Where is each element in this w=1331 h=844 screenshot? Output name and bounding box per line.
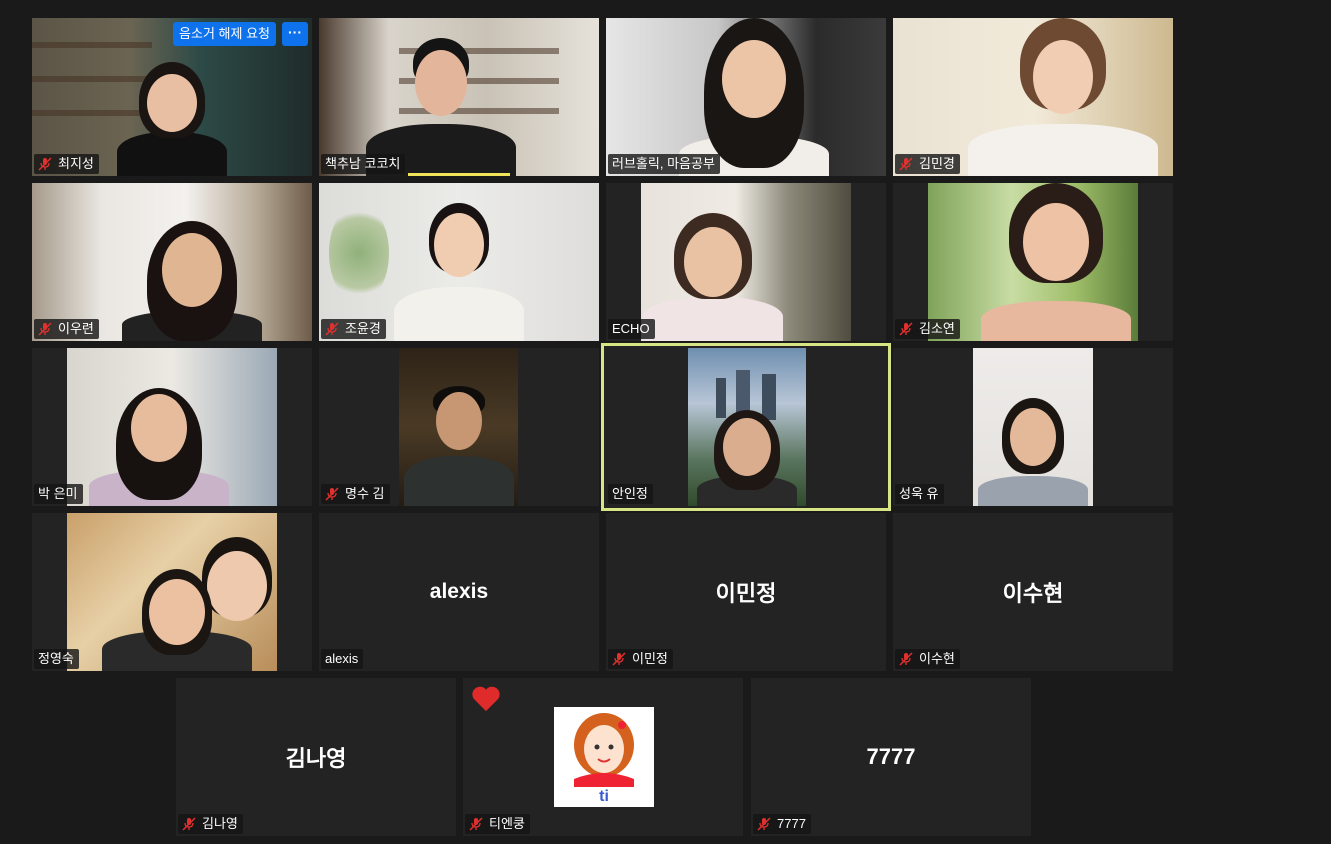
participant-name-tag: 성욱 유 (895, 484, 944, 504)
participant-video (973, 348, 1093, 506)
participant-display-name: 김나영 (285, 746, 347, 771)
participant-name: 이우련 (58, 321, 94, 336)
participant-video (67, 513, 277, 671)
participant-name-tag: 정영숙 (34, 649, 79, 669)
participant-video (319, 183, 599, 341)
participant-name: 명수 김 (345, 486, 385, 501)
participant-video (893, 18, 1173, 176)
participant-video (32, 183, 312, 341)
participant-video (606, 18, 886, 176)
participant-name-tag: alexis (321, 649, 364, 669)
participant-tile[interactable]: 이수현 이수현 (893, 513, 1173, 671)
participant-name-tag: 명수 김 (321, 484, 390, 504)
request-unmute-button[interactable]: 음소거 해제 요청 (173, 22, 276, 46)
participant-name: 러브홀릭, 마음공부 (612, 156, 715, 171)
participant-tile[interactable]: 김소연 (893, 183, 1173, 341)
avatar: ti (554, 707, 654, 807)
participant-display-name: 이수현 (1002, 581, 1064, 606)
participant-name-tag: 7777 (753, 814, 811, 834)
participant-video (399, 348, 518, 506)
profile-avatar-icon: ti (574, 713, 634, 805)
participant-video (67, 348, 277, 506)
participant-name: 김민경 (919, 156, 955, 171)
mic-muted-icon (38, 157, 52, 171)
gallery-view: 음소거 해제 요청 ··· 최지성 책추남 코코치 러브홀릭, 마음공부 김민경… (0, 0, 1331, 844)
participant-name-tag: 조윤경 (321, 319, 386, 339)
mic-muted-icon (899, 652, 913, 666)
participant-name: alexis (325, 651, 359, 666)
participant-tile[interactable]: 책추남 코코치 (319, 18, 599, 176)
participant-name: 책추남 코코치 (325, 156, 401, 171)
participant-name-tag: 최지성 (34, 154, 99, 174)
participant-name-tag: 김소연 (895, 319, 960, 339)
participant-name-tag: 책추남 코코치 (321, 154, 406, 174)
participant-tile[interactable]: ti 티엔쿵 (463, 678, 743, 836)
participant-name-tag: 티엔쿵 (465, 814, 530, 834)
mic-muted-icon (899, 322, 913, 336)
mic-muted-icon (38, 322, 52, 336)
mic-muted-icon (469, 817, 483, 831)
participant-tile[interactable]: 이민정 이민정 (606, 513, 886, 671)
mic-muted-icon (182, 817, 196, 831)
participant-name: 성욱 유 (899, 486, 939, 501)
participant-tile[interactable]: 명수 김 (319, 348, 599, 506)
participant-name-tag: 김나영 (178, 814, 243, 834)
participant-tile[interactable]: 조윤경 (319, 183, 599, 341)
participant-name: 김소연 (919, 321, 955, 336)
participant-tile[interactable]: 성욱 유 (893, 348, 1173, 506)
participant-name-tag: 김민경 (895, 154, 960, 174)
participant-video (928, 183, 1138, 341)
participant-video (641, 183, 851, 341)
participant-name-tag: 러브홀릭, 마음공부 (608, 154, 720, 174)
participant-video (319, 18, 599, 176)
mic-muted-icon (612, 652, 626, 666)
participant-name: 안인정 (612, 486, 648, 501)
participant-name: 박 은미 (38, 486, 78, 501)
participant-tile[interactable]: 김나영 김나영 (176, 678, 456, 836)
mic-muted-icon (757, 817, 771, 831)
participant-name-tag: ECHO (608, 319, 655, 339)
participant-name: 이민정 (632, 651, 668, 666)
participant-name: 이수현 (919, 651, 955, 666)
participant-name: 조윤경 (345, 321, 381, 336)
mic-muted-icon (325, 487, 339, 501)
participant-name-tag: 이민정 (608, 649, 673, 669)
participant-name-tag: 박 은미 (34, 484, 83, 504)
mic-muted-icon (899, 157, 913, 171)
participant-tile[interactable]: 박 은미 (32, 348, 312, 506)
participant-name-tag: 안인정 (608, 484, 653, 504)
participant-name: 티엔쿵 (489, 816, 525, 831)
participant-tile-active[interactable]: 안인정 (601, 343, 891, 511)
more-options-button[interactable]: ··· (282, 22, 308, 46)
participant-tile[interactable]: 정영숙 (32, 513, 312, 671)
participant-name: 정영숙 (38, 651, 74, 666)
heart-icon (472, 686, 500, 712)
mic-muted-icon (325, 322, 339, 336)
participant-display-name: 7777 (866, 744, 916, 769)
participant-tile[interactable]: 7777 7777 (751, 678, 1031, 836)
participant-name: ECHO (612, 321, 650, 336)
participant-tile[interactable]: alexis alexis (319, 513, 599, 671)
participant-name: 7777 (777, 816, 806, 831)
participant-tile[interactable]: ECHO (606, 183, 886, 341)
participant-tile[interactable]: 이우련 (32, 183, 312, 341)
participant-name: 최지성 (58, 156, 94, 171)
participant-display-name: alexis (429, 580, 489, 603)
svg-text:ti: ti (599, 788, 609, 805)
participant-tile[interactable]: 음소거 해제 요청 ··· 최지성 (32, 18, 312, 176)
participant-video (688, 348, 806, 506)
participant-name-tag: 이수현 (895, 649, 960, 669)
participant-display-name: 이민정 (715, 581, 777, 606)
participant-name-tag: 이우련 (34, 319, 99, 339)
participant-tile[interactable]: 김민경 (893, 18, 1173, 176)
participant-tile[interactable]: 러브홀릭, 마음공부 (606, 18, 886, 176)
participant-name: 김나영 (202, 816, 238, 831)
speaking-indicator (408, 173, 510, 176)
